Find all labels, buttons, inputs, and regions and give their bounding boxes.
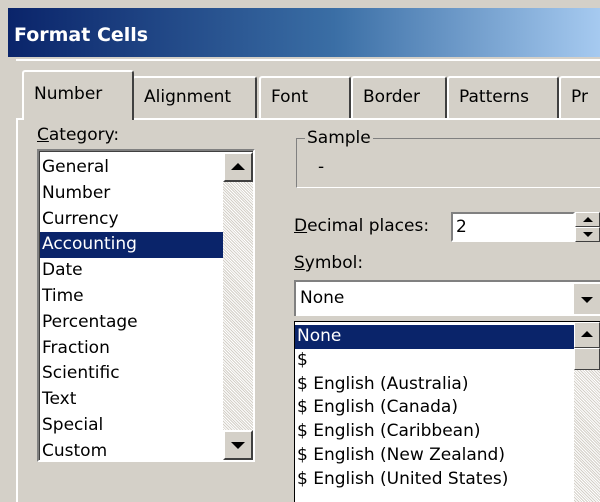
sample-legend: Sample [305,128,373,148]
tab-label: Border [363,87,420,107]
tab-font[interactable]: Font [259,76,351,118]
decimal-places-label: Decimal places: [294,216,430,236]
symbol-value: None [300,288,345,308]
symbol-option[interactable]: $ English (United States) [295,468,574,492]
chevron-down-icon [581,297,593,303]
tab-label: Patterns [459,87,530,107]
tab-panel-left-edge [16,118,18,502]
symbol-list-scrollbar[interactable] [574,322,600,502]
sample-value: - [318,157,325,177]
title-divider [16,59,600,61]
symbol-dropdown-button[interactable] [572,282,600,314]
down-arrow-icon [231,442,245,449]
symbol-option[interactable]: $ English (New Zealand) [295,444,574,468]
tab-patterns[interactable]: Patterns [447,76,559,118]
scroll-up-button[interactable] [223,152,253,182]
scroll-down-button[interactable] [223,430,253,460]
symbol-label: Symbol: [294,253,364,273]
decimal-places-input[interactable]: 2 [451,212,575,242]
up-arrow-icon [583,217,593,222]
category-label: Category: [37,125,120,145]
category-item[interactable]: Custom [40,439,223,465]
spin-down-button[interactable] [575,227,600,242]
category-item[interactable]: Time [40,284,223,310]
symbol-option[interactable]: $ [295,349,574,373]
down-arrow-icon [583,232,593,237]
symbol-option[interactable]: $ English (Caribbean) [295,420,574,444]
decimal-places-spinner[interactable] [575,212,600,242]
symbol-combobox[interactable]: None [294,280,600,316]
category-scrollbar[interactable] [223,152,253,460]
spin-up-button[interactable] [575,212,600,227]
symbol-option[interactable]: $ English (Australia) [295,373,574,397]
tab-number[interactable]: Number [22,70,134,120]
tab-border[interactable]: Border [351,76,447,118]
tab-label: Pr [571,87,588,107]
category-item[interactable]: Percentage [40,310,223,336]
title-bar[interactable]: Format Cells [8,8,600,57]
category-listbox[interactable]: General Number Currency Accounting Date Time P… [37,149,255,462]
tab-label: Alignment [144,87,232,107]
tab-protection[interactable]: Pr [559,76,600,118]
up-arrow-icon [231,163,245,170]
category-item[interactable]: General [40,155,223,181]
tab-label: Font [271,87,309,107]
tab-label: Number [34,84,103,104]
category-item[interactable]: Text [40,387,223,413]
category-item[interactable]: Fraction [40,336,223,362]
symbol-option[interactable]: None [295,325,574,349]
symbol-dropdown-list[interactable]: None $ $ English (Australia) $ English (Can… [294,321,600,502]
scroll-up-button[interactable] [574,322,600,348]
window-title: Format Cells [14,24,149,46]
category-item[interactable]: Number [40,181,223,207]
category-item[interactable]: Special [40,413,223,439]
category-item[interactable]: Scientific [40,361,223,387]
category-item[interactable]: Accounting [40,232,223,259]
tab-alignment[interactable]: Alignment [132,76,257,118]
category-item[interactable]: Date [40,258,223,284]
category-item[interactable]: Currency [40,207,223,233]
up-arrow-icon [581,331,593,337]
scroll-thumb[interactable] [574,348,600,370]
symbol-option[interactable]: $ English (Canada) [295,396,574,420]
